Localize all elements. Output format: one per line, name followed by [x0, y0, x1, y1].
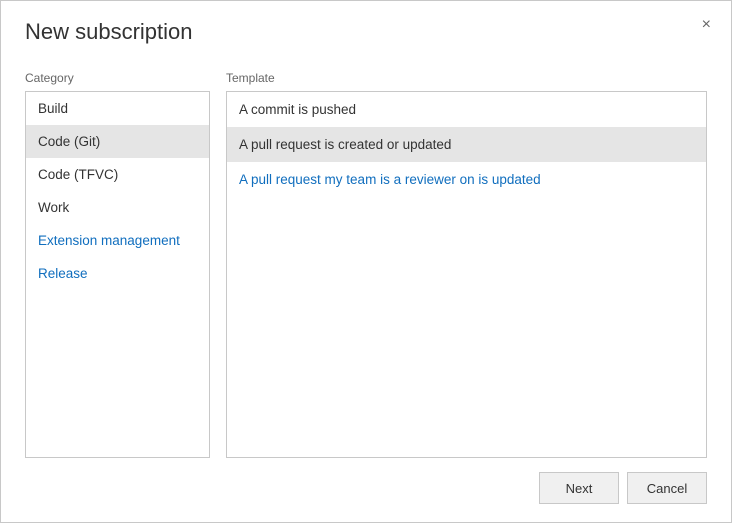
category-label: Category	[25, 71, 210, 85]
template-label: Template	[226, 71, 707, 85]
dialog-header: New subscription ×	[1, 1, 731, 55]
next-button[interactable]: Next	[539, 472, 619, 504]
category-item-code-git[interactable]: Code (Git)	[26, 125, 209, 158]
template-item-commit-pushed[interactable]: A commit is pushed	[227, 92, 706, 127]
category-list: Build Code (Git) Code (TFVC) Work Extens…	[25, 91, 210, 458]
category-item-work[interactable]: Work	[26, 191, 209, 224]
template-item-pull-request-created[interactable]: A pull request is created or updated	[227, 127, 706, 162]
new-subscription-dialog: New subscription × Category Build Code (…	[0, 0, 732, 523]
cancel-button[interactable]: Cancel	[627, 472, 707, 504]
dialog-footer: Next Cancel	[1, 458, 731, 522]
template-column: Template A commit is pushed A pull reque…	[226, 71, 707, 458]
category-item-extension-management[interactable]: Extension management	[26, 224, 209, 257]
category-item-release[interactable]: Release	[26, 257, 209, 290]
template-list: A commit is pushed A pull request is cre…	[226, 91, 707, 458]
close-button[interactable]: ×	[696, 13, 717, 37]
category-item-build[interactable]: Build	[26, 92, 209, 125]
category-item-code-tfvc[interactable]: Code (TFVC)	[26, 158, 209, 191]
category-column: Category Build Code (Git) Code (TFVC) Wo…	[25, 71, 210, 458]
dialog-title: New subscription	[25, 19, 193, 44]
template-item-pull-request-reviewer[interactable]: A pull request my team is a reviewer on …	[227, 162, 706, 197]
dialog-body: Category Build Code (Git) Code (TFVC) Wo…	[1, 55, 731, 458]
